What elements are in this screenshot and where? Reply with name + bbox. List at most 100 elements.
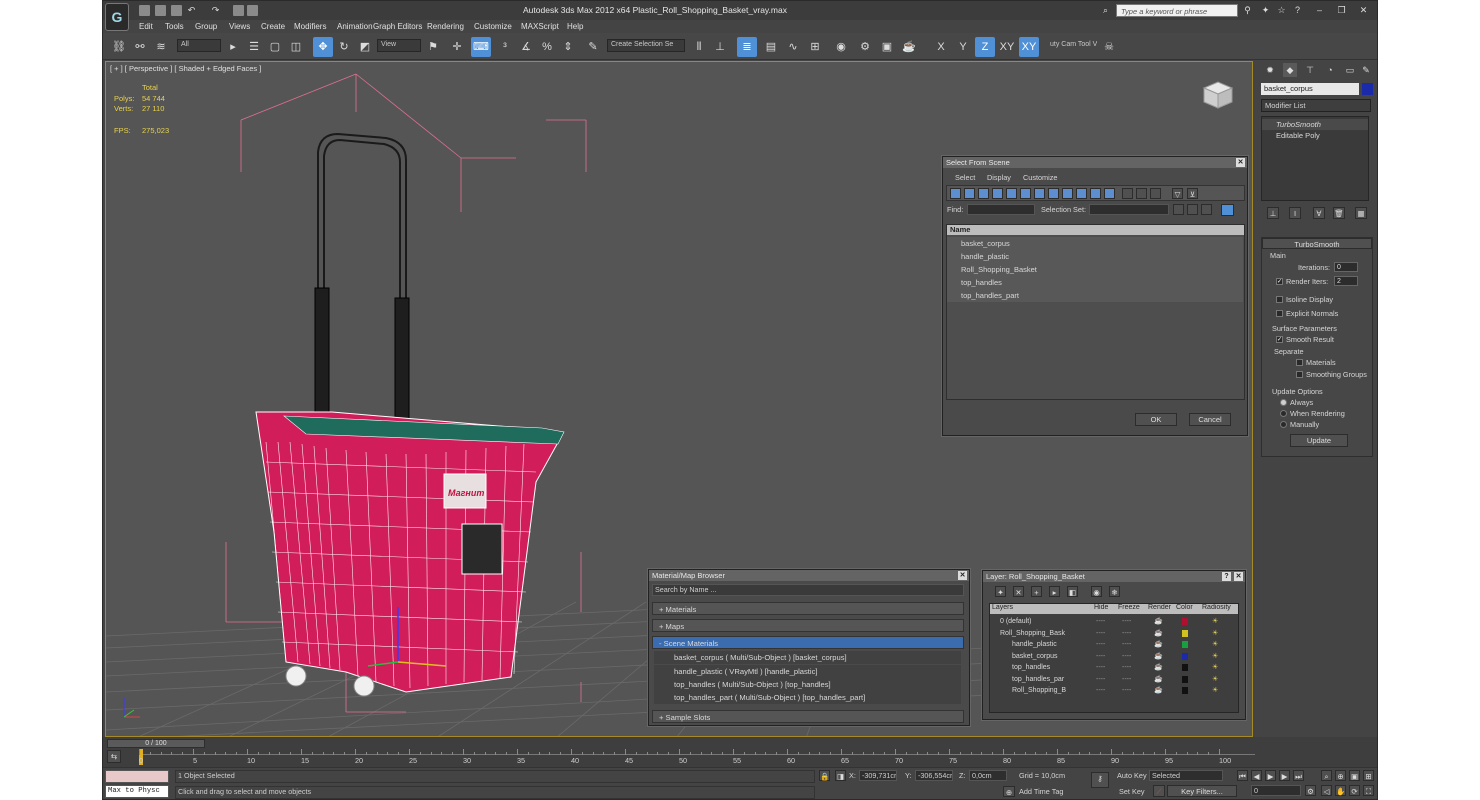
layer-render-icon[interactable]: ☕ bbox=[1154, 639, 1163, 650]
search-by-name-input[interactable]: Search by Name ... bbox=[652, 584, 964, 596]
cam-tool-label[interactable]: uty Cam Tool V bbox=[1047, 40, 1097, 53]
perspective-viewport[interactable]: [ + ] [ Perspective ] [ Shaded + Edged F… bbox=[105, 61, 1253, 737]
sfs-menu-display[interactable]: Display bbox=[987, 173, 1011, 182]
layer-freeze-toggle[interactable]: ---- bbox=[1122, 674, 1131, 685]
display-all-icon[interactable] bbox=[1122, 188, 1133, 199]
layer-name[interactable]: handle_plastic bbox=[1012, 639, 1057, 650]
cancel-button[interactable]: Cancel bbox=[1189, 413, 1231, 426]
y-coordinate-field[interactable]: -306,554cr bbox=[915, 770, 953, 781]
display-invert-icon[interactable] bbox=[1150, 188, 1161, 199]
select-by-name-icon[interactable]: ☰ bbox=[244, 37, 264, 57]
layer-row[interactable]: Roll_Shopping_Bask ---- ---- ☕ ☀ bbox=[990, 628, 1238, 639]
layer-name[interactable]: Roll_Shopping_Bask bbox=[1000, 628, 1065, 639]
list-item[interactable]: top_handles_part bbox=[947, 289, 1243, 302]
key-mode-dropdown[interactable]: Selected bbox=[1149, 770, 1223, 781]
redo-icon[interactable]: ↷ bbox=[209, 4, 222, 17]
axis-xy-button[interactable]: XY bbox=[997, 37, 1017, 57]
sfs-opt-icon-3[interactable] bbox=[1201, 204, 1212, 215]
motion-tab-icon[interactable]: ◔ bbox=[1323, 63, 1337, 77]
menu-create[interactable]: Create bbox=[261, 22, 285, 31]
layer-render-icon[interactable]: ☕ bbox=[1154, 628, 1163, 639]
display-none-icon[interactable] bbox=[1136, 188, 1147, 199]
display-shapes-icon[interactable] bbox=[964, 188, 975, 199]
skull-script-icon[interactable]: ☠ bbox=[1099, 37, 1119, 57]
go-to-start-icon[interactable]: ⏮ bbox=[1237, 770, 1248, 781]
col-render[interactable]: Render bbox=[1148, 604, 1171, 615]
layer-hide-toggle[interactable]: ---- bbox=[1096, 674, 1105, 685]
help-icon[interactable]: ? bbox=[1222, 572, 1231, 581]
viewcube[interactable] bbox=[1202, 81, 1234, 109]
previous-frame-icon[interactable]: ◀ bbox=[1251, 770, 1262, 781]
list-item[interactable]: basket_corpus bbox=[947, 237, 1243, 250]
menu-customize[interactable]: Customize bbox=[474, 22, 512, 31]
layer-radiosity-icon[interactable]: ☀ bbox=[1212, 616, 1218, 627]
trackbar-toggle-icon[interactable]: ⇆ bbox=[107, 750, 121, 763]
list-item[interactable]: top_handles bbox=[947, 276, 1243, 289]
named-selection-dropdown[interactable]: Create Selection Se bbox=[607, 39, 685, 52]
edit-named-selection-icon[interactable]: ✎ bbox=[583, 37, 603, 57]
axis-xy-lock-button[interactable]: XY bbox=[1019, 37, 1039, 57]
layer-freeze-toggle[interactable]: ---- bbox=[1122, 639, 1131, 650]
current-frame-field[interactable]: 0 bbox=[1251, 785, 1301, 796]
stack-item-turbosmooth[interactable]: TurboSmooth bbox=[1262, 119, 1368, 130]
layer-hide-toggle[interactable]: ---- bbox=[1096, 651, 1105, 662]
unlink-icon[interactable]: ⚯ bbox=[130, 37, 150, 57]
close-icon[interactable]: ✕ bbox=[1234, 572, 1243, 581]
layer-radiosity-icon[interactable]: ☀ bbox=[1212, 662, 1218, 673]
help-icon[interactable]: ? bbox=[1291, 4, 1304, 17]
layer-hide-toggle[interactable]: ---- bbox=[1096, 628, 1105, 639]
smooth-result-checkbox[interactable]: ✓ bbox=[1276, 336, 1283, 343]
remove-modifier-icon[interactable]: 🗑 bbox=[1333, 207, 1345, 219]
object-name-field[interactable]: basket_corpus bbox=[1261, 83, 1359, 95]
make-unique-icon[interactable]: ∀ bbox=[1313, 207, 1325, 219]
x-coordinate-field[interactable]: -309,731cr bbox=[859, 770, 897, 781]
layer-radiosity-icon[interactable]: ☀ bbox=[1212, 674, 1218, 685]
separate-materials-checkbox[interactable] bbox=[1296, 359, 1303, 366]
display-hidden-icon[interactable] bbox=[1104, 188, 1115, 199]
modifier-list-dropdown[interactable]: Modifier List bbox=[1261, 99, 1371, 112]
next-frame-icon[interactable]: ▶ bbox=[1279, 770, 1290, 781]
layer-color-swatch[interactable] bbox=[1182, 618, 1188, 625]
manually-radio[interactable] bbox=[1280, 421, 1287, 428]
rollout-title[interactable]: TurboSmooth bbox=[1262, 238, 1372, 249]
separate-smoothing-checkbox[interactable] bbox=[1296, 371, 1303, 378]
pan-view-icon[interactable]: ✋ bbox=[1335, 785, 1346, 796]
pin-stack-icon[interactable]: ⊥ bbox=[1267, 207, 1279, 219]
set-key-icon[interactable]: ⚷ bbox=[1091, 772, 1109, 788]
menu-tools[interactable]: Tools bbox=[165, 22, 184, 31]
display-xrefs-icon[interactable] bbox=[1048, 188, 1059, 199]
layer-hide-toggle[interactable]: ---- bbox=[1096, 616, 1105, 627]
layer-radiosity-icon[interactable]: ☀ bbox=[1212, 628, 1218, 639]
layer-row[interactable]: basket_corpus ---- ---- ☕ ☀ bbox=[990, 651, 1238, 662]
material-editor-icon[interactable]: ◉ bbox=[831, 37, 851, 57]
favorites-icon[interactable]: ☆ bbox=[1275, 4, 1288, 17]
freeze-all-icon[interactable]: ❄ bbox=[1109, 586, 1120, 597]
sfs-menu-select[interactable]: Select bbox=[955, 173, 975, 182]
maps-section[interactable]: + Maps bbox=[652, 619, 964, 632]
layer-row[interactable]: top_handles ---- ---- ☕ ☀ bbox=[990, 662, 1238, 673]
display-spacewarps-icon[interactable] bbox=[1020, 188, 1031, 199]
mirror-icon[interactable]: ⫴ bbox=[689, 37, 709, 57]
utilities-tab-icon[interactable]: ✎ bbox=[1359, 63, 1373, 77]
list-item[interactable]: handle_plastic bbox=[947, 250, 1243, 263]
set-key-button[interactable]: Set Key bbox=[1119, 787, 1145, 796]
layer-radiosity-icon[interactable]: ☀ bbox=[1212, 651, 1218, 662]
time-tag-icon[interactable]: ⊕ bbox=[1003, 786, 1015, 797]
display-containers-icon[interactable] bbox=[1076, 188, 1087, 199]
restore-icon[interactable]: ❐ bbox=[1335, 4, 1348, 17]
layer-color-swatch[interactable] bbox=[1182, 664, 1188, 671]
keyword-search-input[interactable]: Type a keyword or phrase bbox=[1116, 4, 1238, 17]
select-and-rotate-icon[interactable]: ↻ bbox=[334, 37, 354, 57]
select-and-move-icon[interactable]: ✥ bbox=[313, 37, 333, 57]
layer-name[interactable]: basket_corpus bbox=[1012, 651, 1058, 662]
layer-name[interactable]: top_handles bbox=[1012, 662, 1050, 673]
display-cameras-icon[interactable] bbox=[992, 188, 1003, 199]
find-input[interactable] bbox=[967, 204, 1035, 215]
display-tab-icon[interactable]: ▭ bbox=[1343, 63, 1357, 77]
material-item[interactable]: top_handles_part ( Multi/Sub-Object ) [t… bbox=[654, 691, 961, 704]
explicit-normals-checkbox[interactable] bbox=[1276, 310, 1283, 317]
layer-radiosity-icon[interactable]: ☀ bbox=[1212, 639, 1218, 650]
select-object-icon[interactable]: ▸ bbox=[223, 37, 243, 57]
always-radio[interactable] bbox=[1280, 399, 1287, 406]
maxscript-input[interactable]: Max to Physc bbox=[105, 785, 169, 798]
